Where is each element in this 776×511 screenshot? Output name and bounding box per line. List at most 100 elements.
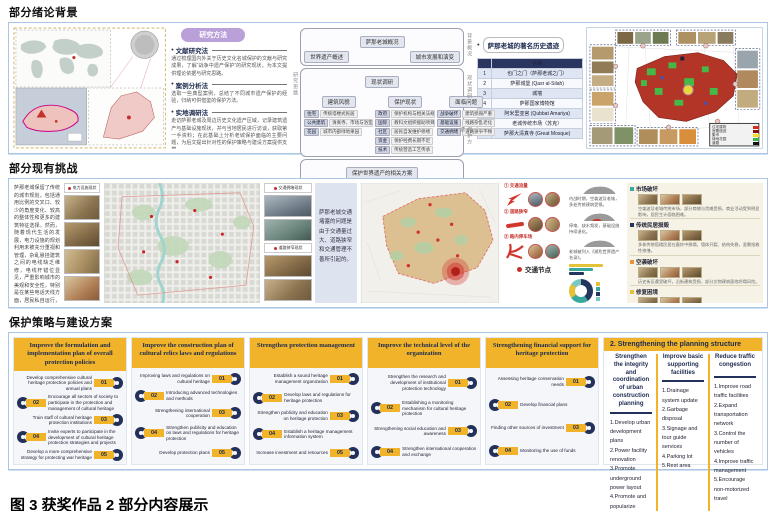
strategy-badge: 04 (371, 446, 400, 458)
strategy-column-policies: Improve the formulation and implementati… (13, 337, 127, 465)
planning-list-item: 4.Parking lot (662, 453, 704, 462)
photo-thumbnail (660, 194, 680, 205)
location-maps (13, 27, 166, 149)
planning-subcolumn-urban: Strengthen the integrity and coordinatio… (606, 354, 656, 511)
diagram-row (504, 217, 564, 232)
planning-list-item: 3.Promote underground power layout (610, 465, 652, 493)
planning-list-item: 3.Control the number of vehicles (714, 430, 756, 458)
ring-icon (465, 425, 477, 437)
photo-circle (545, 217, 560, 232)
planning-list-item: 2.Garbage disposal (662, 406, 704, 425)
photo-column-header: 道路狭窄现状 (264, 243, 312, 253)
planning-list-item: 3.Signage and tour guide services (662, 425, 704, 453)
parking-fork-icon (504, 242, 526, 260)
fc-branch-buildings: 建筑风貌 住宅 传统塔楼式民居 公共建筑 清真寺、市场与浴室 花园 (304, 91, 373, 154)
damage-case: 传统民居损毁 多栋传统塔楼民居在轰炸中倒塌，墙体开裂、结构失稳，亟需抢救性修缮。 (630, 221, 760, 255)
diagram-label: ② 道路狭窄 (504, 209, 564, 215)
method-item: • 文献研究法 通过梳理国内外关于历史文化名城保护的文献与研究成果，了解“战争中… (171, 45, 287, 78)
strategy-badge: 03 (330, 410, 359, 422)
strategy-badge: 02 (135, 390, 164, 402)
strategy-badge: 02 (253, 392, 282, 404)
photo-column-header: 电力设施现状 (64, 183, 100, 193)
table-row: 2 萨那城堡 (Qasr al-Silah) (478, 79, 583, 89)
photo-thumbnail (660, 297, 680, 303)
strategy-text: Monitoring the use of funds (520, 448, 595, 454)
bullet-icon: • (171, 47, 173, 54)
fc-item: 基础设施 线路杂乱老化 (437, 119, 495, 127)
strategy-badge: 04 (253, 428, 282, 440)
rule-line (212, 50, 287, 51)
strategy-text: Establish a sound heritage management or… (253, 373, 328, 384)
strategy-badge: 04 (135, 427, 164, 439)
fc-node: 萨那老城概况 (360, 36, 405, 48)
strategy-text: Develop protection plans (135, 450, 210, 456)
fc-item-label: 保护机构与相关法规 (391, 110, 435, 118)
silhouette-note: 停电、缺水频发，基础设施持续退化。 (569, 223, 623, 235)
case-title: 修复困境 (636, 288, 658, 296)
strategy-badge: 04 (17, 431, 46, 443)
planning-list: 1.Improve road traffic facilities2.Expan… (714, 383, 756, 504)
planning-list-item: 2.Expand transportation network (714, 402, 756, 430)
case-photos (638, 267, 760, 278)
fc-item-tag: 基础设施 (437, 119, 461, 127)
planning-list-item: 1.Drainage system update (662, 387, 704, 406)
strategy-text: Develop financial plans (520, 402, 595, 408)
legend-chip (753, 126, 759, 129)
bar (569, 268, 593, 271)
fc-item-label: 清真寺、市场与浴室 (329, 119, 373, 127)
fc-branch-items: 住宅 传统塔楼式民居 公共建筑 清真寺、市场与浴室 花园 城市内部绿地果园 (304, 110, 373, 136)
flowchart-side-label: 背景概况 (466, 33, 473, 57)
strategy-text: Invite experts to participate in the dev… (48, 429, 123, 446)
strategy-badge: 05 (330, 447, 359, 459)
fc-item-label: 城市内部绿地果园 (320, 128, 362, 136)
map-legend: 住宅建筑 宫殿遗迹 集市 绿地花园 道路 (712, 125, 759, 146)
silhouette-note: 内战时期，空袭波及老城，多处传统建筑受损。 (569, 196, 623, 208)
planning-list-item: 1.Improve road traffic facilities (714, 383, 756, 402)
method-title: 实地调研法 (176, 107, 209, 117)
strategy-header: Improve the technical level of the organ… (368, 338, 480, 368)
case-photos (638, 230, 760, 241)
strategy-column-management: Strengthen protection management Establi… (249, 337, 363, 465)
fc-item: 技术 传统营造工艺传承 (375, 146, 435, 154)
sites-table-header: 名称 (478, 59, 583, 69)
fc-item-tag: 资金 (375, 137, 390, 145)
strategy-header: Improve the construction plan of cultura… (132, 338, 244, 368)
strategy-text: Increase investment and resources (253, 450, 328, 456)
fc-item: 住宅 传统塔楼式民居 (304, 110, 373, 118)
strategy-badge: 01 (566, 376, 595, 388)
ring-icon (111, 449, 123, 461)
fc-node: 城市发展和演变 (410, 51, 461, 63)
strategy-badge: 04 (489, 445, 518, 457)
city-map-grayscale-graphic (103, 183, 261, 303)
strategy-item: Improving laws and regulations on cultur… (135, 373, 241, 385)
ring-icon (229, 407, 241, 419)
city-map-beige (360, 183, 500, 303)
location-maps-graphic (13, 27, 166, 149)
planning-list-item: 1.Develop urban development plans (610, 419, 652, 447)
fc-item-label: 线路杂乱老化 (462, 119, 495, 127)
case-bullet-icon (630, 290, 634, 294)
strategy-item: Assessing heritage conservation needs 01 (489, 376, 595, 388)
fc-item-label: 传统塔楼式民居 (320, 110, 358, 118)
site-name: 也门之门（萨那老城之门） (492, 69, 583, 79)
strategy-badge: 01 (212, 373, 241, 385)
donut-chart-row (569, 279, 623, 303)
site-name: 城墙 (492, 89, 583, 99)
site-name: 萨那城堡 (Qasr al-Silah) (492, 79, 583, 89)
legend-chip (753, 130, 759, 133)
methods-list: • 文献研究法 通过梳理国内外关于历史文化名城保护的文献与研究成果，了解“战争中… (171, 45, 287, 149)
yemen-silhouette (569, 183, 623, 194)
ring-icon (465, 377, 477, 389)
strategy-text: Develop comprehensive cultural heritage … (17, 375, 92, 392)
strategy-text: Strengthen publicity and education on la… (166, 425, 241, 442)
strategy-item: Establishing a monitoring mechanism for … (371, 400, 477, 417)
fc-item-tag: 交通拥堵 (437, 128, 461, 136)
site-name: 萨那大清真寺 (Great Mosque) (492, 129, 583, 139)
photo-column-label: 道路狭窄现状 (279, 245, 303, 251)
case-text: 多栋传统塔楼民居在轰炸中倒塌，墙体开裂、结构失稳，亟需抢救性修缮。 (638, 242, 760, 253)
photo-thumbnail (660, 230, 680, 241)
photo-column-label: 电力设施现状 (73, 185, 97, 191)
strategy-items: Establish a sound heritage management or… (250, 368, 362, 464)
ring-icon (347, 373, 359, 385)
header-name-cell: 名称 (492, 59, 583, 69)
